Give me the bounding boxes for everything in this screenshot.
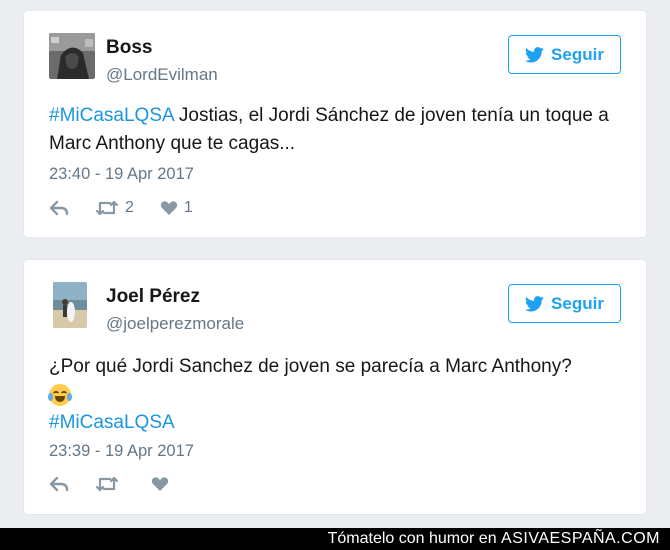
- footer-site-link[interactable]: ASIVAESPAÑA.COM: [501, 530, 660, 547]
- tweet-actions: 2 1: [49, 199, 193, 217]
- follow-button[interactable]: Seguir: [508, 284, 621, 323]
- timestamp[interactable]: 23:40 - 19 Apr 2017: [49, 165, 194, 184]
- retweet-button[interactable]: [95, 476, 119, 492]
- follow-button[interactable]: Seguir: [508, 35, 621, 74]
- timestamp[interactable]: 23:39 - 19 Apr 2017: [49, 442, 194, 461]
- hashtag-link[interactable]: #MiCasaLQSA: [49, 409, 624, 437]
- retweet-icon: [95, 200, 119, 216]
- like-count: 1: [183, 199, 193, 216]
- username[interactable]: @LordEvilman: [106, 65, 218, 85]
- retweet-button[interactable]: 2: [95, 199, 134, 217]
- tweet-body: ¿Por qué Jordi Sanchez de joven se parec…: [49, 356, 572, 377]
- reply-button[interactable]: [49, 476, 69, 492]
- twitter-bird-icon: [525, 295, 544, 312]
- heart-icon: [160, 201, 178, 215]
- retweet-icon: [95, 476, 119, 492]
- tweet-card: Joel Pérez @joelperezmorale Seguir ¿Por …: [23, 259, 647, 515]
- face-with-tears-of-joy-icon: [48, 384, 72, 406]
- display-name[interactable]: Joel Pérez: [106, 286, 200, 308]
- avatar[interactable]: [49, 33, 95, 79]
- username[interactable]: @joelperezmorale: [106, 314, 244, 334]
- follow-label: Seguir: [551, 293, 604, 313]
- reply-icon: [49, 476, 69, 492]
- reply-button[interactable]: [49, 200, 69, 216]
- like-button[interactable]: 1: [160, 199, 193, 217]
- retweet-count: 2: [125, 199, 134, 216]
- follow-label: Seguir: [551, 44, 604, 64]
- tweet-card: Boss @LordEvilman Seguir #MiCasaLQSA Jos…: [23, 10, 647, 238]
- tweet-actions: [49, 476, 169, 492]
- tweet-text: #MiCasaLQSA Jostias, el Jordi Sánchez de…: [49, 102, 624, 158]
- footer-prefix: Tómatelo con humor en: [327, 530, 502, 547]
- twitter-bird-icon: [525, 46, 544, 63]
- hashtag-link[interactable]: #MiCasaLQSA: [49, 105, 174, 126]
- heart-icon: [151, 477, 169, 491]
- watermark-footer: Tómatelo con humor en ASIVAESPAÑA.COM: [0, 528, 670, 550]
- reply-icon: [49, 200, 69, 216]
- display-name[interactable]: Boss: [106, 37, 152, 59]
- tweet-text: ¿Por qué Jordi Sanchez de joven se parec…: [48, 353, 624, 437]
- like-button[interactable]: [151, 476, 169, 492]
- avatar[interactable]: [53, 282, 87, 328]
